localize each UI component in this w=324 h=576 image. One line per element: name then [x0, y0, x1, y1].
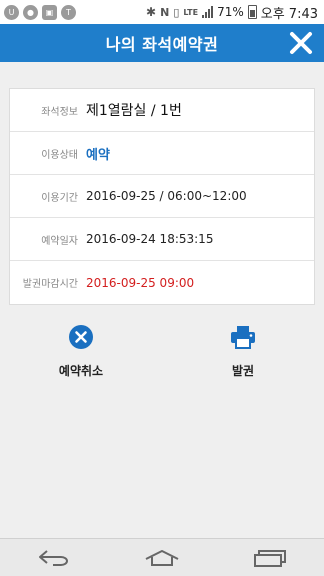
reservation-card: 좌석정보 제1열람실 / 1번 이용상태 예약 이용기간 2016-09-25 … — [9, 88, 315, 305]
detail-row-period: 이용기간 2016-09-25 / 06:00~12:00 — [10, 175, 314, 218]
battery-icon — [247, 5, 257, 19]
cancel-circle-icon — [69, 325, 93, 349]
issue-ticket-button[interactable]: 발권 — [162, 320, 324, 390]
nav-back-button[interactable] — [24, 543, 84, 573]
reserved-date-value: 2016-09-24 18:53:15 — [86, 232, 214, 246]
cancel-icon-wrap — [69, 320, 93, 354]
vibrate-icon: ▯ — [173, 5, 180, 19]
bluetooth-icon: ✱ — [146, 5, 157, 19]
deadline-value: 2016-09-25 09:00 — [86, 275, 195, 290]
detail-row-seat: 좌석정보 제1열람실 / 1번 — [10, 89, 314, 132]
detail-row-status: 이용상태 예약 — [10, 132, 314, 175]
notification-icons: U ● ▣ T — [0, 4, 76, 20]
nav-recent-button[interactable] — [240, 543, 300, 573]
detail-row-deadline: 발권마감시간 2016-09-25 09:00 — [10, 261, 314, 304]
notification-app-icon: U — [4, 4, 19, 20]
system-nav-bar — [0, 538, 324, 576]
deadline-label: 발권마감시간 — [22, 279, 78, 290]
close-icon — [290, 32, 312, 54]
status-value: 예약 — [86, 147, 110, 163]
lte-icon: LTE — [183, 7, 199, 17]
nav-home-button[interactable] — [132, 543, 192, 573]
period-value: 2016-09-25 / 06:00~12:00 — [86, 189, 247, 203]
action-bar: 예약취소 발권 — [0, 320, 324, 390]
status-bar: U ● ▣ T ✱ N ▯ LTE 71% 오후 7:43 — [0, 0, 324, 24]
notification-image-icon: ▣ — [42, 4, 57, 20]
notification-talk-icon: T — [61, 4, 76, 20]
detail-row-reserved-date: 예약일자 2016-09-24 18:53:15 — [10, 218, 314, 261]
period-label: 이용기간 — [41, 192, 78, 204]
seat-info-label: 좌석정보 — [41, 106, 78, 118]
signal-icon — [202, 6, 214, 18]
battery-percent: 71% — [217, 5, 244, 19]
status-label: 이용상태 — [41, 149, 78, 161]
recent-apps-icon — [254, 549, 286, 567]
home-icon — [145, 549, 179, 566]
clock: 오후 7:43 — [260, 6, 318, 22]
notification-pill-icon: ● — [23, 4, 38, 20]
header-bar: 나의 좌석예약권 — [0, 24, 324, 62]
nfc-icon: N — [160, 5, 170, 19]
cancel-reservation-label: 예약취소 — [58, 364, 104, 378]
print-icon — [231, 326, 255, 349]
seat-info-value: 제1열람실 / 1번 — [86, 103, 182, 119]
page-title: 나의 좌석예약권 — [105, 35, 219, 54]
cancel-reservation-button[interactable]: 예약취소 — [0, 320, 162, 390]
back-arrow-icon — [39, 549, 68, 566]
issue-ticket-label: 발권 — [231, 364, 255, 378]
close-button[interactable] — [288, 30, 314, 56]
system-icons: ✱ N ▯ LTE 71% 오후 7:43 — [146, 3, 324, 22]
reserved-date-label: 예약일자 — [41, 235, 78, 247]
print-icon-wrap — [230, 320, 256, 354]
